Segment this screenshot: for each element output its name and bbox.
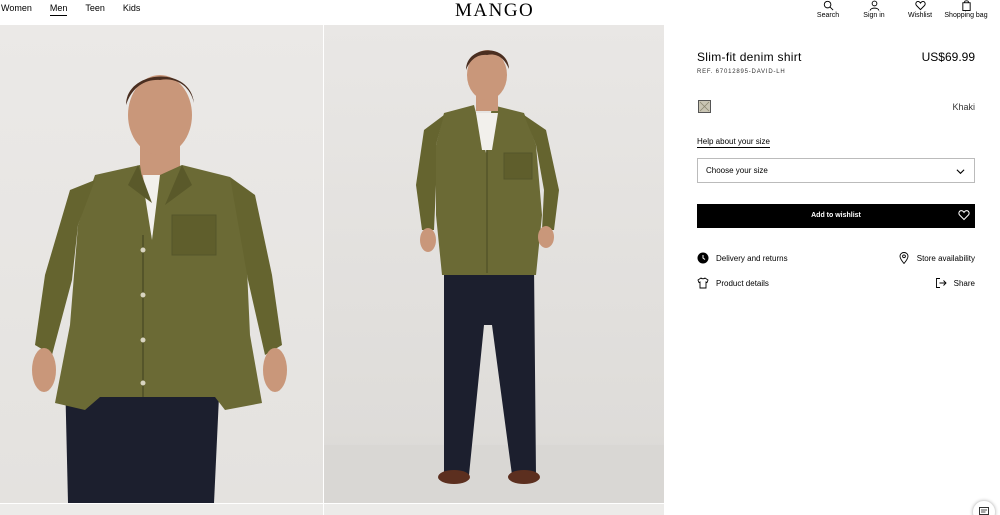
wishlist-label: Wishlist [907,12,933,19]
shopping-bag-button[interactable]: Shopping bag [944,0,988,19]
chevron-down-icon [956,169,965,175]
size-select-placeholder: Choose your size [706,166,768,175]
location-pin-icon [899,252,909,264]
store-availability-label: Store availability [916,253,975,263]
product-photo-full-length[interactable] [324,25,664,503]
search-icon [823,0,833,11]
shopping-bag-label: Shopping bag [944,12,988,19]
sign-in-label: Sign in [863,12,885,19]
product-price: US$69.99 [921,50,975,64]
model-full-illustration [324,50,664,503]
site-header: Women Men Teen Kids MANGO Search Sign in… [0,0,1000,24]
wishlist-button[interactable]: Wishlist [898,0,942,19]
add-to-wishlist-button[interactable]: Add to wishlist [697,204,975,228]
share-icon [935,278,947,288]
search-button[interactable]: Search [806,0,850,19]
shirt-icon [697,277,709,289]
clock-icon [697,252,709,264]
nav-teen[interactable]: Teen [85,3,105,16]
product-photo-closeup[interactable] [0,25,323,503]
chat-button[interactable] [972,500,996,515]
product-reference: REF. 67012895-DAVID-LH [697,69,786,75]
search-label: Search [816,12,840,19]
product-title: Slim-fit denim shirt [697,50,802,64]
product-photo-3[interactable] [0,504,323,515]
product-details-label: Product details [716,278,769,288]
share-label: Share [953,278,975,288]
brand-logo[interactable]: MANGO [455,0,534,22]
nav-kids[interactable]: Kids [123,3,141,16]
chat-icon [979,507,989,515]
delivery-returns-link[interactable]: Delivery and returns [697,252,788,264]
selected-color-name: Khaki [952,102,975,112]
sign-in-button[interactable]: Sign in [852,0,896,19]
color-swatch-khaki[interactable] [698,100,711,113]
swatch-pattern-icon [699,101,710,112]
product-details-link[interactable]: Product details [697,277,769,289]
user-icon [869,0,879,11]
model-closeup-illustration [32,75,287,503]
delivery-returns-label: Delivery and returns [716,253,788,263]
main-nav: Women Men Teen Kids [1,3,158,16]
heart-icon [914,1,926,11]
nav-men[interactable]: Men [49,3,68,16]
product-photo-4[interactable] [324,504,664,515]
size-help-link[interactable]: Help about your size [697,137,770,148]
share-link[interactable]: Share [935,277,975,289]
heart-icon [958,210,970,221]
add-to-wishlist-label: Add to wishlist [811,212,861,219]
bag-icon [961,0,971,11]
nav-women[interactable]: Women [1,3,32,16]
header-actions: Search Sign in Wishlist Shopping bag [804,0,988,19]
store-availability-link[interactable]: Store availability [898,252,975,264]
size-select[interactable]: Choose your size [697,158,975,183]
